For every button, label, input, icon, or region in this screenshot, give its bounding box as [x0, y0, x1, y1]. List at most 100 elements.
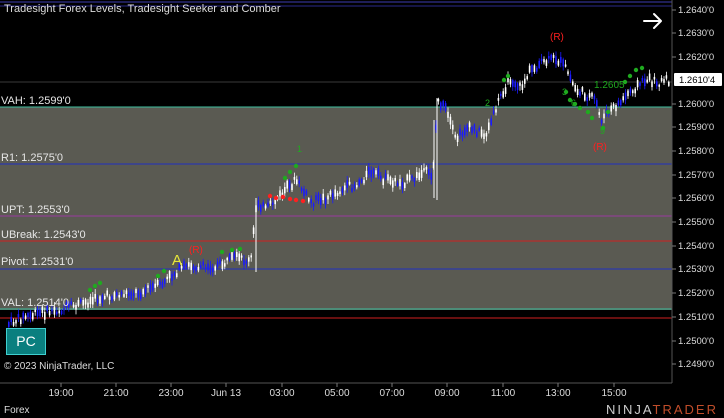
candle-body — [411, 175, 413, 179]
candle-body — [348, 181, 351, 185]
arrow-right-icon[interactable] — [641, 9, 665, 33]
time-axis[interactable]: 19:00 21:00 23:00 Jun 13 03:00 05:00 07:00 09:0… — [0, 382, 672, 399]
candle-body — [430, 172, 432, 180]
candle-body — [200, 265, 202, 268]
candle-body — [130, 291, 132, 300]
candle-body — [404, 183, 406, 189]
candle-body — [279, 190, 281, 197]
candle-body — [346, 180, 348, 188]
signal-dot-red — [287, 196, 293, 202]
candle-body — [617, 100, 620, 106]
candle-body — [257, 200, 260, 208]
candle-body — [612, 103, 615, 107]
candle-body — [75, 304, 77, 310]
candle-body — [329, 190, 332, 195]
candle-body — [552, 54, 555, 58]
candle-body — [543, 59, 545, 63]
candle-body — [272, 202, 274, 206]
price-tick-label: 1.2500'0 — [678, 336, 714, 347]
candle-body — [238, 253, 240, 262]
signal-dot-green — [87, 287, 93, 293]
candle-body — [365, 170, 368, 178]
candle-body — [197, 267, 200, 271]
signal-dot-green — [585, 109, 591, 115]
candle-body — [660, 78, 663, 81]
candle-body — [497, 97, 500, 101]
candle-body — [161, 282, 164, 288]
candle-body — [32, 312, 34, 320]
candle-body — [413, 178, 416, 183]
price-axis[interactable]: 1.2640'0 1.2630'0 1.2620'0 1.2600'0 1.2590'0… — [671, 0, 722, 383]
time-tick-label: 13:00 — [545, 388, 570, 399]
candle-body — [264, 205, 267, 209]
candle-body — [10, 316, 12, 322]
candle-body — [209, 265, 212, 274]
candle-body — [344, 185, 346, 191]
candle-body — [195, 266, 197, 272]
candle-body — [538, 60, 540, 69]
candle-body — [262, 202, 264, 207]
candle-body — [658, 84, 660, 87]
candle-body — [140, 292, 142, 299]
candle-body — [557, 60, 560, 66]
candle-body — [29, 311, 32, 320]
candle-body — [36, 308, 39, 317]
value-area-zone — [0, 107, 672, 310]
candle-body — [562, 59, 564, 67]
signal-dot-green — [92, 283, 98, 289]
candle-body — [164, 278, 166, 284]
candle-body — [656, 81, 658, 87]
candle-body — [111, 296, 113, 301]
candle-body — [39, 309, 41, 317]
candle-body — [514, 81, 516, 88]
candle-body — [58, 310, 60, 314]
time-tick-label: 19:00 — [48, 388, 73, 399]
candle-body — [245, 260, 248, 264]
candle-body — [418, 172, 420, 180]
signal-dot-green — [627, 73, 633, 79]
pc-button[interactable]: PC — [6, 328, 46, 355]
time-tick-label: 03:00 — [269, 388, 294, 399]
candle-body — [425, 167, 428, 170]
candle-body — [572, 81, 574, 86]
time-tick-label: 05:00 — [324, 388, 349, 399]
candle-body — [639, 82, 641, 86]
candle-body — [490, 118, 492, 125]
signal-dot-green — [293, 163, 299, 169]
candle-body — [15, 320, 17, 324]
candle-body — [228, 253, 231, 260]
time-tick-label: 23:00 — [158, 388, 183, 399]
candle-body — [154, 283, 156, 288]
price-note: 1.2605 — [594, 80, 625, 91]
candle-body — [540, 58, 543, 62]
chart-panel[interactable]: A (R) (R) (R) 1.2605 1 2 3 6 9 1.2640'0 1… — [0, 0, 724, 418]
candle-body — [603, 113, 605, 119]
signal-dot-green — [155, 273, 161, 279]
price-tick-label: 1.2490'0 — [678, 359, 714, 370]
signal-dot-green — [505, 73, 511, 79]
signal-dot-red — [280, 194, 286, 200]
candle-body — [243, 259, 245, 266]
candle-body — [593, 95, 596, 100]
price-tick-label: 1.2560'0 — [678, 193, 714, 204]
price-chart[interactable]: A (R) (R) (R) 1.2605 1 2 3 6 9 1.2640'01… — [0, 0, 724, 418]
price-tick-label: 1.2590'0 — [678, 122, 714, 133]
candle-body — [468, 122, 471, 128]
candle-body — [392, 180, 394, 188]
candle-body — [303, 188, 305, 197]
candle-body — [260, 205, 262, 212]
candle-body — [372, 168, 375, 174]
candle-body — [34, 309, 36, 313]
candle-body — [581, 87, 584, 92]
candle-body — [291, 184, 293, 191]
candle-body — [204, 266, 207, 270]
candle-body — [634, 88, 636, 94]
seq-label-9: 9 — [600, 126, 605, 136]
candle-body — [156, 279, 159, 286]
candle-body — [51, 309, 53, 312]
candle-body — [72, 304, 75, 308]
time-tick-label: 11:00 — [491, 388, 516, 399]
signal-dot-green — [219, 249, 225, 255]
candle-body — [447, 111, 449, 118]
candle-body — [370, 169, 372, 178]
